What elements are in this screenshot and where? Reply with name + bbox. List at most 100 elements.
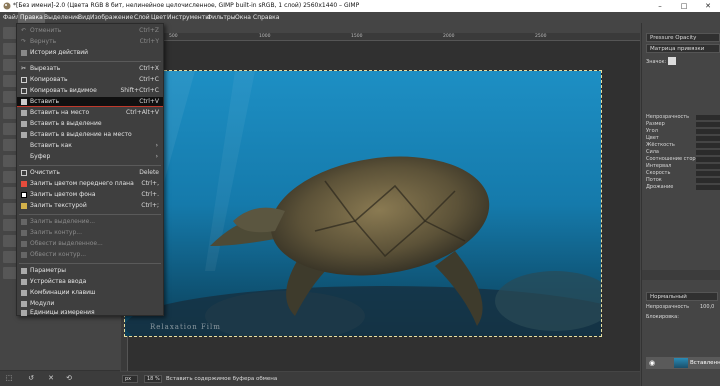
title-bar: *[Без имени]-2.0 (Цвета RGB 8 бит, нелин… (0, 0, 720, 12)
menu-separator (19, 214, 161, 215)
zoom-selector[interactable]: 18 % (144, 375, 162, 383)
lock-label: Блокировка: (646, 314, 679, 320)
bucket-tool-icon[interactable] (3, 203, 17, 215)
menu-paste-into-selection[interactable]: Вставить в выделение (17, 119, 163, 129)
image-canvas[interactable]: Relaxation Film (124, 70, 602, 337)
delete-icon[interactable]: ✕ (46, 374, 56, 383)
menu-paste-in-place[interactable]: Вставить на место Ctrl+Alt+V (17, 108, 163, 118)
ruler-label: 1000 (259, 34, 271, 39)
sea-turtle-photo (125, 71, 601, 336)
menu-paste[interactable]: Вставить Ctrl+V (17, 97, 163, 107)
option-label: Цвет (646, 135, 659, 141)
dynamics-option-row[interactable]: Размер (646, 121, 720, 128)
menu-fill-bg[interactable]: Залить цветом фона Ctrl+. (17, 190, 163, 200)
measure-tool-icon[interactable] (3, 267, 17, 279)
dock-tabs[interactable] (642, 270, 720, 280)
menu-fill-path[interactable]: Залить контур... (17, 228, 163, 238)
minimize-button[interactable]: – (648, 0, 672, 12)
menu-units[interactable]: Единицы измерения (17, 310, 163, 316)
option-label: Поток (646, 177, 662, 183)
dynamics-option-row[interactable]: Непрозрачность (646, 114, 720, 121)
menu-paste-into-selection-in-place[interactable]: Вставить в выделение на место (17, 130, 163, 140)
clear-icon (21, 170, 27, 176)
menu-clear[interactable]: Очистить Delete (17, 168, 163, 178)
menu-image[interactable]: Изображение (88, 12, 135, 23)
menu-cut[interactable]: ✂ Вырезать Ctrl+X (17, 64, 163, 74)
dynamics-option-row[interactable]: Цвет (646, 135, 720, 142)
dynamics-option-row[interactable]: Интервал (646, 163, 720, 170)
menu-help[interactable]: Справка (251, 12, 281, 23)
menu-preferences[interactable]: Параметры (17, 266, 163, 276)
dynamics-option-row[interactable]: Сила (646, 149, 720, 156)
cut-icon: ✂ (21, 65, 27, 72)
dynamics-selector[interactable]: Pressure Opacity (646, 33, 720, 42)
transform-tool-icon[interactable] (3, 91, 17, 103)
menu-undo[interactable]: ↶ Отменить Ctrl+Z (17, 26, 163, 36)
dynamics-option-row[interactable]: Угол (646, 128, 720, 135)
eraser-tool-icon[interactable] (3, 139, 17, 151)
layer-mode-selector[interactable]: Нормальный (646, 292, 718, 301)
close-button[interactable]: ✕ (696, 0, 720, 12)
paste-icon (21, 99, 27, 105)
menu-edit[interactable]: Правка (18, 12, 45, 23)
zoom-tool-icon[interactable] (3, 235, 17, 247)
menu-windows[interactable]: Окна (233, 12, 253, 23)
brush-preview-icon[interactable] (668, 57, 676, 65)
snap-label: Значок: (646, 59, 667, 65)
option-label: Дрожание (646, 184, 674, 190)
path-tool-icon[interactable] (3, 251, 17, 263)
menu-stroke-path[interactable]: Обвести контур... (17, 250, 163, 260)
dynamics-option-row[interactable]: Жёсткость (646, 142, 720, 149)
dynamics-option-row[interactable]: Скорость (646, 170, 720, 177)
select-tool-icon[interactable] (3, 43, 17, 55)
save-preset-icon[interactable]: ⬚ (4, 374, 14, 383)
menu-fill-fg[interactable]: Залить цветом переднего плана Ctrl+, (17, 179, 163, 189)
menu-paste-as[interactable]: Вставить как › (17, 141, 163, 151)
opacity-value[interactable]: 100,0 (700, 304, 714, 310)
menu-modules[interactable]: Модули (17, 299, 163, 309)
status-message: Вставить содержимое буфера обмена (166, 376, 278, 382)
snap-grid-selector[interactable]: Матрица привязки (646, 44, 720, 53)
restore-icon[interactable]: ↺ (26, 374, 36, 383)
menu-copy-visible[interactable]: Копировать видимое Shift+Ctrl+C (17, 86, 163, 96)
unit-selector[interactable]: px (122, 375, 138, 383)
right-dock: Pressure Opacity Матрица привязки Значок… (641, 23, 720, 386)
menu-fill-selection[interactable]: Залить выделение... (17, 217, 163, 227)
dynamics-option-row[interactable]: Дрожание (646, 184, 720, 191)
menu-redo[interactable]: ↷ Вернуть Ctrl+Y (17, 37, 163, 47)
lasso-tool-icon[interactable] (3, 59, 17, 71)
menu-stroke-selection[interactable]: Обвести выделенное... (17, 239, 163, 249)
preferences-icon (21, 268, 27, 274)
move-tool-icon[interactable] (3, 27, 17, 39)
text-tool-icon[interactable] (3, 187, 17, 199)
menu-input-devices[interactable]: Устройства ввода (17, 277, 163, 287)
status-bar: px 18 % Вставить содержимое буфера обмен… (120, 372, 640, 386)
option-label: Непрозрачность (646, 114, 690, 120)
reset-icon[interactable]: ⟲ (64, 374, 74, 383)
menu-copy[interactable]: Копировать Ctrl+C (17, 75, 163, 85)
crop-tool-icon[interactable] (3, 75, 17, 87)
paste-into-in-place-icon (21, 132, 27, 138)
layer-name[interactable]: Вставленный (690, 357, 720, 369)
ruler-label: 2500 (535, 34, 547, 39)
pattern-icon (21, 203, 27, 209)
paint-tool-icon[interactable] (3, 123, 17, 135)
menu-keyboard-shortcuts[interactable]: Комбинации клавиш (17, 288, 163, 298)
warp-tool-icon[interactable] (3, 107, 17, 119)
maximize-button[interactable]: □ (672, 0, 696, 12)
redo-icon: ↷ (21, 38, 27, 45)
dynamics-option-row[interactable]: Соотношение сторо (646, 156, 720, 163)
menu-undo-history[interactable]: История действий (17, 48, 163, 58)
layer-row[interactable]: ◉ Вставленный (646, 357, 720, 369)
color-picker-tool-icon[interactable] (3, 219, 17, 231)
dynamics-option-row[interactable]: Поток (646, 177, 720, 184)
visibility-eye-icon[interactable]: ◉ (649, 359, 655, 367)
keyboard-icon (21, 290, 27, 296)
menu-fill-pattern[interactable]: Залить текстурой Ctrl+; (17, 201, 163, 211)
option-label: Размер (646, 121, 665, 127)
menu-buffer[interactable]: Буфер › (17, 152, 163, 162)
smudge-tool-icon[interactable] (3, 171, 17, 183)
bg-color-swatch-icon (21, 192, 27, 198)
toolbox-footer: ⬚ ↺ ✕ ⟲ (0, 370, 120, 386)
clone-tool-icon[interactable] (3, 155, 17, 167)
